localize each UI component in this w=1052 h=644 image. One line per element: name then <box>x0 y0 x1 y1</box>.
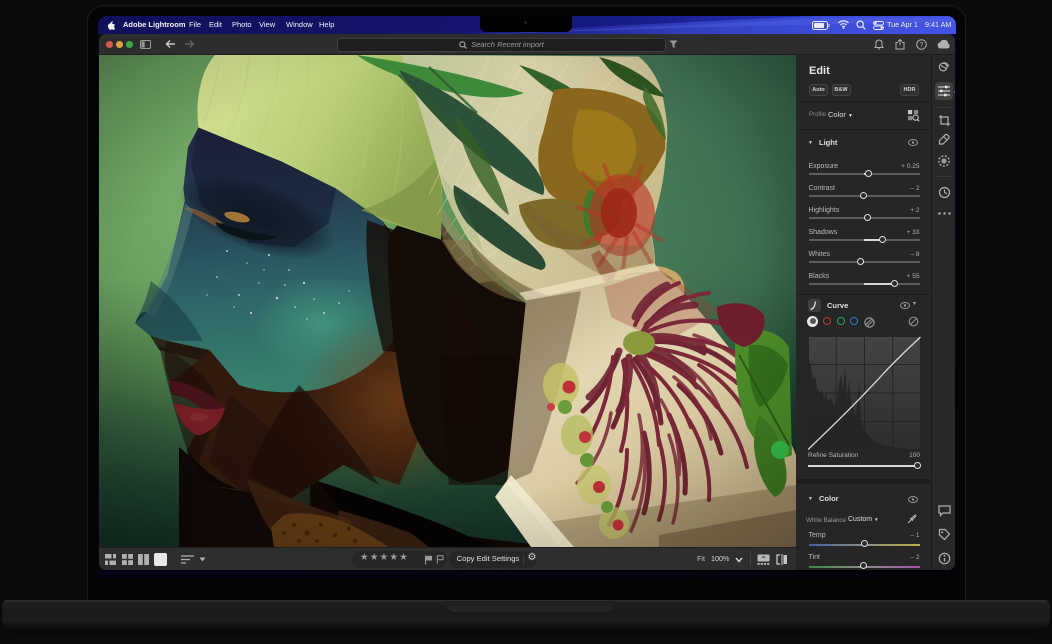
svg-text:?: ? <box>920 42 924 49</box>
